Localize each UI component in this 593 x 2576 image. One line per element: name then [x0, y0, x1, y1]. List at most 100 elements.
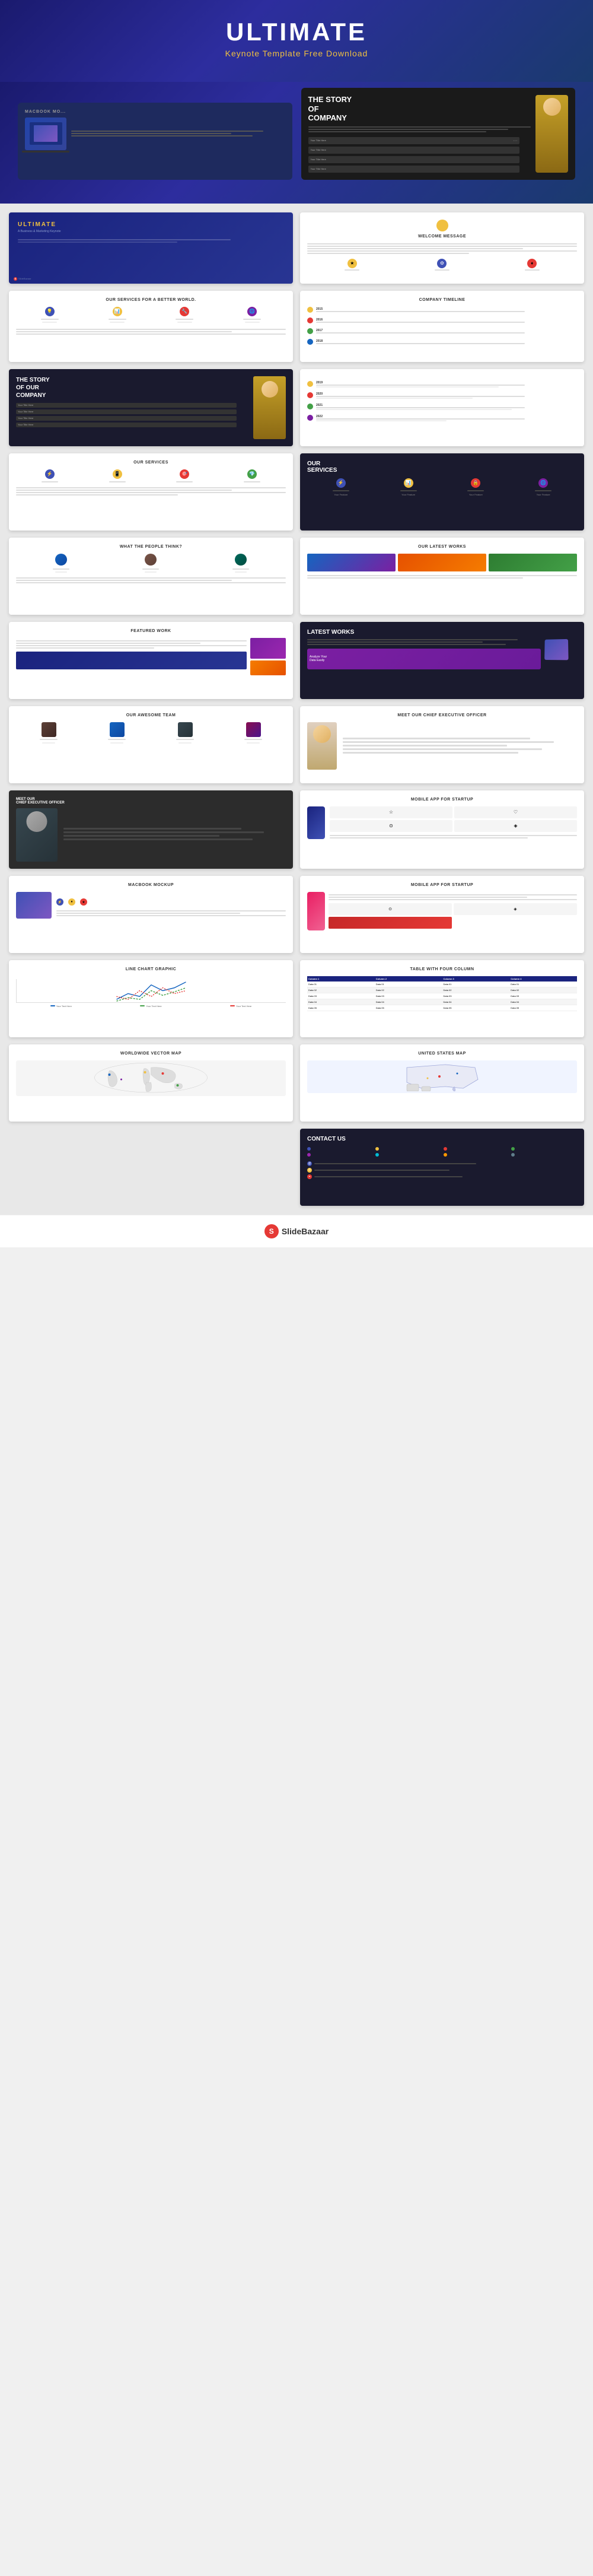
table-cell: Data 04 [509, 999, 577, 1005]
timeline2-dot [307, 392, 313, 398]
contact-title: CONTACT US [307, 1136, 577, 1142]
mobile-icon-1: ☆ [330, 806, 452, 818]
email-line [314, 1163, 476, 1164]
table-cell: Data 04 [375, 999, 442, 1005]
what-people-content [16, 577, 286, 583]
table-cell: Data 05 [307, 1005, 375, 1011]
world-map-graphic [16, 1060, 286, 1096]
service-circle: 🌐 [247, 307, 257, 316]
icon-circle: ♦ [527, 259, 537, 268]
ceo-light-content [307, 722, 577, 770]
our-service-2: 📱 [109, 469, 126, 482]
our-services-dark-icons: ⚡ Your Feature 📊 Your Feature 🔒 Your Fea… [307, 478, 577, 496]
contact-dot-2 [375, 1147, 379, 1151]
macbook-icons: ⚡ ♦ ★ [56, 898, 286, 906]
contact-dot-4 [511, 1147, 515, 1151]
hero-story-title: THE STORYOFCOMPANY [308, 95, 531, 123]
slide-team: OUR AWESOME TEAM [9, 706, 293, 783]
mobile-full-title: MOBILE APP FOR STARTUP [307, 883, 577, 887]
slide-ultimate: ULTIMATE A Business & Marketing Keynote … [9, 212, 293, 284]
chart-content: Your Text Here Your Text Here Your Text … [16, 976, 286, 1008]
slide-story-dark: THE STORYOF OURCOMPANY Your Title Here Y… [9, 369, 293, 446]
welcome-content [307, 243, 577, 254]
mobile-full-grid: ⊙ ◈ [329, 903, 577, 929]
service-circle: 📊 [113, 307, 122, 316]
mobile-content: ☆ ♡ ⊙ ◈ [307, 806, 577, 839]
mobile-full-item-2: ◈ [454, 903, 577, 915]
timeline2-item-3: 2021 [307, 404, 577, 410]
works-thumbnails [307, 554, 577, 571]
chart-legend: Your Text Here Your Text Here Your Text … [16, 1005, 286, 1008]
header-subtitle: Keynote Template Free Download [12, 49, 581, 58]
story-lines: Your Title Here Your Title Here Your Tit… [16, 403, 248, 427]
us-map-graphic [307, 1060, 577, 1093]
table-cell: Data 01 [509, 982, 577, 987]
contact-info: @ ✆ ⌖ [307, 1161, 577, 1179]
latest-works-content [307, 575, 577, 579]
our-service-circle: 💎 [247, 469, 257, 479]
mobile-full-item-1: ⊙ [329, 903, 452, 915]
macbook-lines [56, 910, 286, 916]
mobile-icon-symbol: ♡ [514, 809, 518, 815]
slide-our-services-light: OUR SERVICES ⚡ 📱 🎯 💎 [9, 453, 293, 531]
table-cell: Data 01 [442, 982, 510, 987]
phone-icon: ✆ [307, 1168, 312, 1173]
testimonial-2 [142, 554, 159, 573]
ceo-dark-photo [16, 808, 58, 862]
our-service-circle: 🎯 [180, 469, 189, 479]
slidebazaar-brand: SlideBazaar [282, 1227, 329, 1236]
slide-table: TABLE WITH FOUR COLUMN Column 1 Column 2… [300, 960, 584, 1037]
table-row: Data 01 Data 01 Data 01 Data 01 [307, 982, 577, 987]
timeline2-year: 2021 [316, 404, 577, 407]
team-members [16, 722, 286, 744]
usmap-title: UNITED STATES MAP [307, 1052, 577, 1056]
table-cell: Data 03 [442, 993, 510, 999]
slidebazaar-label: SlideBazaar [18, 277, 31, 280]
services-icons: 💡 📊 🔧 🌐 [16, 307, 286, 323]
mobile-full-detail: ⊙ ◈ [329, 892, 577, 930]
footer-logo: S SlideBazaar [264, 1224, 329, 1238]
table-cell: Data 01 [307, 982, 375, 987]
service-icon-2: 📊 [109, 307, 126, 323]
timeline2-year: 2019 [316, 381, 577, 385]
table-cell: Data 02 [375, 987, 442, 993]
hero-macbook-slide: MACBOOK MO... [18, 103, 292, 180]
ceo-light-title: MEET OUR CHIEF EXECUTIVE OFFICER [307, 713, 577, 717]
latest-dark-title: LATEST WORKS [307, 629, 577, 636]
featured-dark-thumb [16, 652, 247, 669]
timeline2-year: 2022 [316, 415, 577, 418]
timeline-year: 2015 [316, 307, 577, 311]
testimonial-3 [232, 554, 249, 573]
service-icon-4: 🌐 [243, 307, 261, 323]
timeline2-dot [307, 404, 313, 409]
legend-label-1: Your Text Here [56, 1005, 72, 1008]
testimonial-avatar [55, 554, 67, 566]
slide-services-light: Our Services For A Better World. 💡 📊 🔧 🌐 [9, 291, 293, 362]
chart-svg [17, 979, 286, 1002]
services-light-title: Our Services For A Better World. [16, 298, 286, 302]
legend-label-3: Your Text Here [236, 1005, 251, 1008]
macbook-info: ⚡ ♦ ★ [56, 894, 286, 916]
timeline2-item-2: 2020 [307, 392, 577, 399]
macbook-graphic [16, 892, 52, 919]
hero-preview: MACBOOK MO... THE STORYOFCOMPANY [0, 82, 593, 204]
mobile-icon-symbol: ◈ [514, 823, 517, 828]
macbook-title: MACBOOK MOCKUP [16, 883, 286, 887]
table-header-4: Column 4 [509, 976, 577, 982]
mobile-full-phone [307, 892, 325, 930]
service-dark-circle: 🌐 [538, 478, 548, 488]
team-photo [110, 722, 125, 737]
macbook-icon-circle: ♦ [68, 898, 75, 906]
mobile-lines [330, 835, 577, 838]
table-cell: Data 03 [509, 993, 577, 999]
timeline2-item-1: 2019 [307, 381, 577, 387]
laptop-graphic [25, 117, 66, 150]
header-title: ULTIMATE [12, 18, 581, 46]
slide-line-chart: LINE CHART GRAPHIC Your Text Here [9, 960, 293, 1037]
table-title: TABLE WITH FOUR COLUMN [307, 967, 577, 971]
contact-dots-grid [307, 1147, 577, 1157]
slide-latest-works-light: OUR LATEST WORKS [300, 538, 584, 615]
slide-timeline2: 2019 2020 2021 [300, 369, 584, 446]
email-icon: @ [307, 1161, 312, 1166]
featured-right [250, 638, 286, 675]
